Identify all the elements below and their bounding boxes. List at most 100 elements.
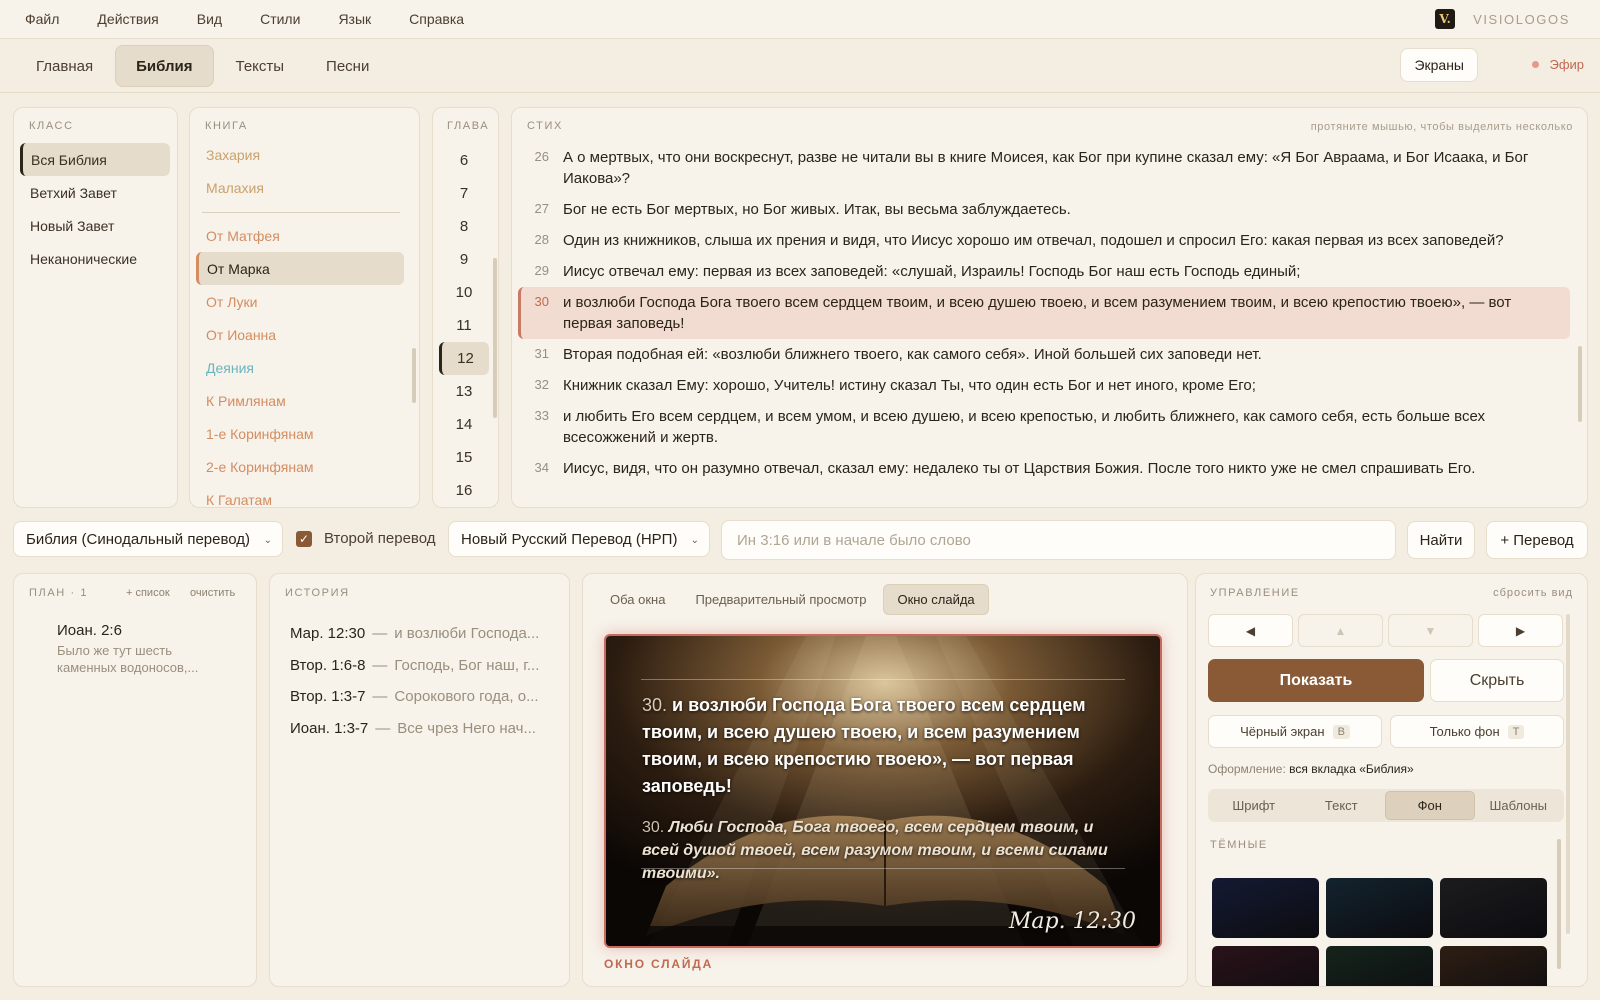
- chapter-item[interactable]: 11: [439, 309, 489, 342]
- verse-row[interactable]: 27 Бог не есть Бог мертвых, но Бог живых.…: [518, 194, 1570, 225]
- chapter-item[interactable]: 10: [439, 276, 489, 309]
- black-screen-label: Чёрный экран: [1240, 724, 1325, 739]
- translation-select-value: Библия (Синодальный перевод): [26, 530, 251, 548]
- verse-row[interactable]: 29 Иисус отвечал ему: первая из всех запо…: [518, 256, 1570, 287]
- history-dash: —: [372, 688, 388, 706]
- class-item-all[interactable]: Вся Библия: [20, 143, 170, 176]
- find-button[interactable]: Найти: [1407, 521, 1475, 559]
- second-translation-toggle[interactable]: ✓ Второй перевод: [296, 530, 436, 547]
- verse-text: А о мертвых, что они воскреснут, разве н…: [563, 149, 1529, 187]
- tab-slide-window[interactable]: Окно слайда: [883, 584, 989, 615]
- second-translation-select[interactable]: Новый Русский Перевод (НРП) ⌄: [448, 521, 710, 557]
- chapter-item-selected[interactable]: 12: [439, 342, 489, 375]
- book-item-selected[interactable]: От Марка: [196, 252, 404, 285]
- tab-home[interactable]: Главная: [16, 45, 113, 87]
- book-item[interactable]: Захария: [196, 138, 404, 171]
- show-button[interactable]: Показать: [1208, 659, 1424, 702]
- chapter-item[interactable]: 7: [439, 177, 489, 210]
- clear-plan-button[interactable]: очистить: [190, 587, 235, 599]
- hide-button[interactable]: Скрыть: [1430, 659, 1564, 702]
- book-item[interactable]: От Луки: [196, 285, 404, 318]
- search-input[interactable]: [721, 520, 1396, 560]
- background-swatch[interactable]: [1440, 878, 1547, 938]
- background-swatch[interactable]: [1326, 946, 1433, 986]
- reset-view-button[interactable]: сбросить вид: [1493, 587, 1573, 599]
- chapter-scrollbar[interactable]: [493, 258, 497, 418]
- chapter-item[interactable]: 8: [439, 210, 489, 243]
- book-item[interactable]: От Иоанна: [196, 318, 404, 351]
- menu-styles[interactable]: Стили: [241, 11, 319, 27]
- translation-select[interactable]: Библия (Синодальный перевод) ⌄: [13, 521, 283, 557]
- menu-help[interactable]: Справка: [390, 11, 483, 27]
- add-translation-button[interactable]: + Перевод: [1486, 521, 1588, 559]
- tab-both-windows[interactable]: Оба окна: [597, 584, 678, 615]
- class-item-ot[interactable]: Ветхий Завет: [20, 176, 170, 209]
- on-air-toggle[interactable]: Эфир: [1532, 57, 1584, 72]
- history-ref: Втор. 1:6-8: [290, 656, 366, 674]
- book-item[interactable]: 1-е Коринфянам: [196, 417, 404, 450]
- down-button[interactable]: ▼: [1388, 614, 1473, 647]
- menu-file[interactable]: Файл: [0, 11, 78, 27]
- verse-text: Иисус отвечал ему: первая из всех запове…: [563, 263, 1301, 280]
- verse-scrollbar[interactable]: [1578, 346, 1582, 422]
- verse-row[interactable]: 34 Иисус, видя, что он разумно отвечал, с…: [518, 453, 1570, 484]
- book-scrollbar[interactable]: [412, 348, 416, 403]
- tab-texts[interactable]: Тексты: [216, 45, 305, 87]
- background-swatch[interactable]: [1212, 878, 1319, 938]
- class-item-nt[interactable]: Новый Завет: [20, 209, 170, 242]
- menu-language[interactable]: Язык: [319, 11, 390, 27]
- history-item[interactable]: Мар. 12:30 — и возлюби Господа...: [290, 618, 555, 650]
- verse-row[interactable]: 31 Вторая подобная ей: «возлюби ближнего …: [518, 339, 1570, 370]
- verse-row-selected[interactable]: 30 и возлюби Господа Бога твоего всем сер…: [518, 287, 1570, 339]
- second-translation-checkbox[interactable]: ✓: [296, 530, 312, 547]
- plan-item[interactable]: Иоан. 2:6 Было же тут шесть каменных вод…: [57, 622, 227, 676]
- style-tab-text[interactable]: Текст: [1298, 791, 1386, 820]
- book-item[interactable]: От Матфея: [196, 219, 404, 252]
- history-item[interactable]: Иоан. 1:3-7 — Все чрез Него нач...: [290, 713, 555, 745]
- background-swatch[interactable]: [1440, 946, 1547, 986]
- history-item[interactable]: Втор. 1:6-8 — Господь, Бог наш, г...: [290, 650, 555, 682]
- slide-window-caption: ОКНО СЛАЙДА: [604, 957, 714, 971]
- verse-row[interactable]: 32 Книжник сказал Ему: хорошо, Учитель! и…: [518, 370, 1570, 401]
- history-item[interactable]: Втор. 1:3-7 — Сорокового года, о...: [290, 681, 555, 713]
- screens-button[interactable]: Экраны: [1400, 48, 1478, 82]
- control-outer-scrollbar[interactable]: [1566, 614, 1570, 934]
- book-item[interactable]: К Римлянам: [196, 384, 404, 417]
- dark-backgrounds-label: ТЁМНЫЕ: [1210, 839, 1268, 851]
- chapter-item[interactable]: 15: [439, 441, 489, 474]
- next-button[interactable]: ▶: [1478, 614, 1563, 647]
- book-item[interactable]: Деяния: [196, 351, 404, 384]
- chapter-item[interactable]: 16: [439, 474, 489, 507]
- class-item-apocrypha[interactable]: Неканонические: [20, 242, 170, 275]
- background-only-button[interactable]: Только фон T: [1390, 715, 1564, 748]
- control-scrollbar[interactable]: [1557, 839, 1561, 969]
- menu-actions[interactable]: Действия: [78, 11, 177, 27]
- background-swatch[interactable]: [1326, 878, 1433, 938]
- verse-row[interactable]: 26 А о мертвых, что они воскреснут, разве…: [518, 142, 1570, 194]
- style-tab-templates[interactable]: Шаблоны: [1475, 791, 1563, 820]
- verse-list: 26 А о мертвых, что они воскреснут, разве…: [518, 142, 1570, 484]
- chapter-item[interactable]: 14: [439, 408, 489, 441]
- background-swatch[interactable]: [1212, 946, 1319, 986]
- tab-bible[interactable]: Библия: [115, 45, 214, 87]
- up-button[interactable]: ▲: [1298, 614, 1383, 647]
- add-list-button[interactable]: + список: [126, 587, 170, 599]
- book-item[interactable]: К Галатам: [196, 483, 404, 508]
- black-screen-button[interactable]: Чёрный экран B: [1208, 715, 1382, 748]
- chapter-item[interactable]: 6: [439, 144, 489, 177]
- chapter-item[interactable]: 9: [439, 243, 489, 276]
- testament-divider: [202, 212, 400, 213]
- design-scope-value[interactable]: вся вкладка «Библия»: [1289, 762, 1414, 776]
- book-item[interactable]: Малахия: [196, 171, 404, 204]
- chapter-item[interactable]: 13: [439, 375, 489, 408]
- tab-songs[interactable]: Песни: [306, 45, 389, 87]
- tab-preview[interactable]: Предварительный просмотр: [682, 584, 879, 615]
- menu-view[interactable]: Вид: [178, 11, 241, 27]
- verse-row[interactable]: 28 Один из книжников, слыша их прения и в…: [518, 225, 1570, 256]
- verse-row[interactable]: 33 и любить Его всем сердцем, и всем умом…: [518, 401, 1570, 453]
- prev-button[interactable]: ◀: [1208, 614, 1293, 647]
- book-item[interactable]: 2-е Коринфянам: [196, 450, 404, 483]
- style-tab-font[interactable]: Шрифт: [1210, 791, 1298, 820]
- style-tab-background[interactable]: Фон: [1385, 791, 1475, 820]
- book-list: Захария Малахия От Матфея От Марка От Лу…: [196, 138, 404, 508]
